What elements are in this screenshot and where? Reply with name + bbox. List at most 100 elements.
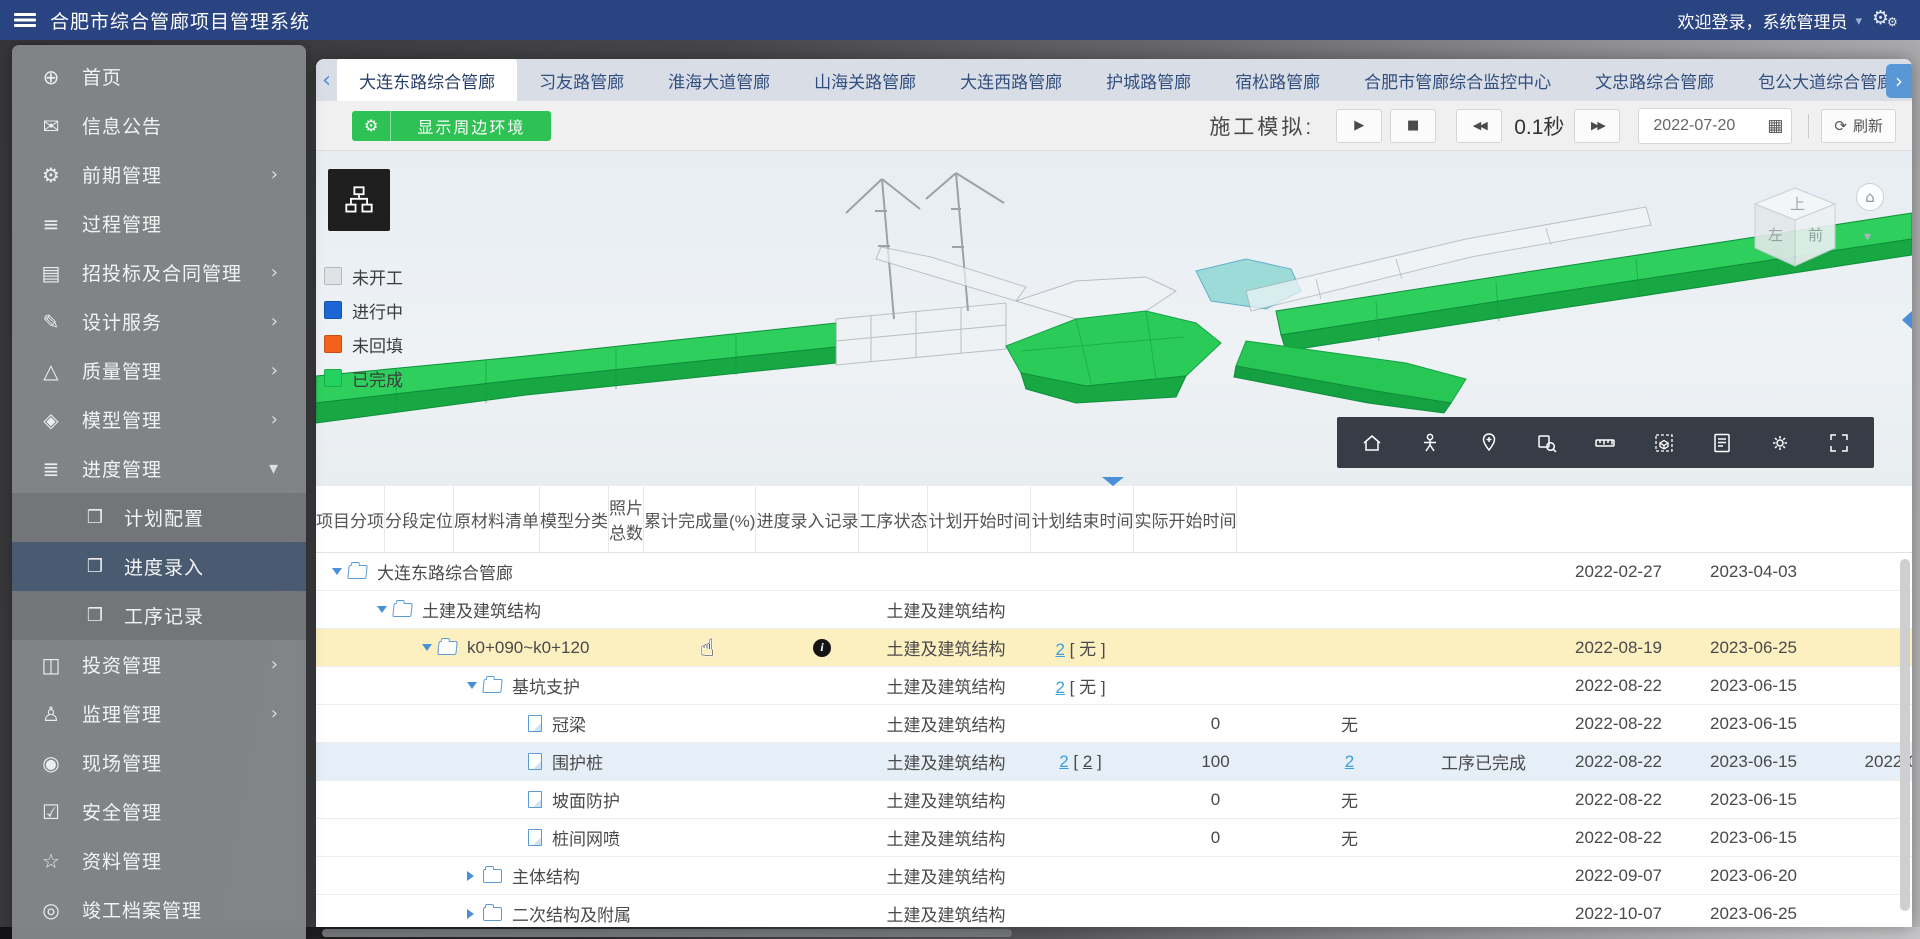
tree-toggle-icon[interactable] <box>467 909 483 919</box>
sidebar-item[interactable]: ☑ 安全管理 <box>12 787 306 836</box>
photo-extra[interactable]: 2 <box>1083 752 1092 771</box>
table-row[interactable]: 坡面防护 土建及建筑结构 0 无 2022-08-22 2023-06-15 <box>316 781 1912 819</box>
tree-toggle-icon[interactable] <box>467 871 483 881</box>
vertical-scrollbar-thumb[interactable] <box>1900 559 1910 911</box>
project-tab[interactable]: 大连西路管廊 <box>938 59 1084 101</box>
column-header[interactable]: 原材料清单 <box>454 486 540 552</box>
tab-scroll-left-icon[interactable]: ‹ <box>316 59 337 101</box>
sidebar-item[interactable]: ◫ 投资管理 › <box>12 640 306 689</box>
user-welcome[interactable]: 欢迎登录，系统管理员 <box>1677 8 1847 33</box>
node-label[interactable]: 围护桩 <box>552 749 603 774</box>
table-row[interactable]: 大连东路综合管廊 2022-02-27 2023-04-03 <box>316 553 1912 591</box>
column-header[interactable]: 计划结束时间 <box>1031 486 1134 552</box>
walkthrough-button[interactable] <box>1413 426 1447 460</box>
3d-viewport[interactable]: 未开工 进行中 未回填 已完成 上 左 前 ⌂ ▾ <box>316 151 1912 486</box>
column-header[interactable]: 工序状态 <box>859 486 928 552</box>
play-button[interactable]: ▶ <box>1336 109 1382 143</box>
view-home-icon[interactable]: ⌂ <box>1856 183 1884 211</box>
sidebar-item[interactable]: ◈ 模型管理 › <box>12 395 306 444</box>
project-tab[interactable]: 文忠路综合管廊 <box>1573 59 1736 101</box>
sidebar-item[interactable]: ❒ 工序记录 <box>12 591 306 640</box>
view-caret-icon[interactable]: ▾ <box>1864 229 1871 245</box>
photo-extra[interactable]: 无 <box>1079 640 1096 659</box>
project-tab[interactable]: 习友路管廊 <box>517 59 646 101</box>
column-header[interactable]: 模型分类 <box>540 486 609 552</box>
forward-button[interactable]: ▶▶ <box>1574 109 1620 143</box>
progress-record-value[interactable]: 无 <box>1341 711 1358 736</box>
column-header[interactable]: 照片 总数 <box>609 486 644 552</box>
node-label[interactable]: 坡面防护 <box>552 787 620 812</box>
table-row[interactable]: 二次结构及附属 土建及建筑结构 2022-10-07 2023-06-25 <box>316 895 1912 927</box>
sidebar-item[interactable]: ≣ 进度管理 ▾ <box>12 444 306 493</box>
table-row[interactable]: k0+090~k0+120 i 土建及建筑结构 2 [ 无 ] 2022-08 <box>316 629 1912 667</box>
progress-record-value[interactable]: 无 <box>1341 787 1358 812</box>
settings-gear-icon[interactable]: ⚙ ⚙ <box>1872 8 1902 32</box>
column-header[interactable]: 实际开始时间 <box>1134 486 1237 552</box>
sidebar-item[interactable]: ♙ 监理管理 › <box>12 689 306 738</box>
section-box-button[interactable] <box>1647 426 1681 460</box>
user-caret-icon[interactable]: ▾ <box>1855 14 1862 29</box>
photo-count-link[interactable]: 2 <box>1059 752 1068 771</box>
zoom-select-button[interactable] <box>1530 426 1564 460</box>
table-row[interactable]: 冠梁 土建及建筑结构 0 无 2022-08-22 2023-06-15 <box>316 705 1912 743</box>
sidebar-item[interactable]: ☆ 资料管理 <box>12 836 306 885</box>
sidebar-item[interactable]: ✎ 设计服务 › <box>12 297 306 346</box>
project-tab[interactable]: 护城路管廊 <box>1084 59 1213 101</box>
table-row[interactable]: 主体结构 土建及建筑结构 2022-09-07 2023-06-20 <box>316 857 1912 895</box>
sidebar-item[interactable]: ◎ 竣工档案管理 <box>12 885 306 934</box>
measure-button[interactable] <box>1588 426 1622 460</box>
menu-icon[interactable] <box>14 13 36 27</box>
collapse-viewport-handle[interactable] <box>1102 477 1124 486</box>
collapse-side-handle[interactable] <box>1902 311 1912 329</box>
node-label[interactable]: 大连东路综合管廊 <box>377 559 513 584</box>
tree-toggle-icon[interactable] <box>377 606 393 613</box>
column-header[interactable]: 计划开始时间 <box>928 486 1031 552</box>
navigation-cube[interactable]: 上 左 前 <box>1740 181 1850 293</box>
fullscreen-button[interactable] <box>1822 426 1856 460</box>
project-tab[interactable]: 宿松路管廊 <box>1213 59 1342 101</box>
sidebar-item[interactable]: ◉ 现场管理 <box>12 738 306 787</box>
model-tree-button[interactable] <box>328 169 390 231</box>
tab-scroll-right-icon[interactable]: › <box>1886 64 1912 98</box>
sidebar-item[interactable]: ❒ 进度录入 <box>12 542 306 591</box>
photo-extra[interactable]: 无 <box>1079 678 1096 697</box>
node-label[interactable]: 二次结构及附属 <box>512 901 631 926</box>
node-label[interactable]: 土建及建筑结构 <box>422 597 541 622</box>
horizontal-scrollbar-thumb[interactable] <box>322 929 1012 937</box>
info-icon[interactable]: i <box>813 639 831 657</box>
sidebar-item[interactable]: ≡ 过程管理 <box>12 199 306 248</box>
column-header[interactable]: 进度录入记录 <box>756 486 859 552</box>
stop-button[interactable]: ■ <box>1390 109 1436 143</box>
refresh-button[interactable]: ⟳ 刷新 <box>1821 109 1896 143</box>
sidebar-item[interactable]: ✉ 信息公告 <box>12 101 306 150</box>
node-label[interactable]: 主体结构 <box>512 863 580 888</box>
progress-record-value[interactable]: 2 <box>1345 752 1354 772</box>
calendar-icon[interactable]: ▦ <box>1767 116 1783 136</box>
project-tab[interactable]: 山海关路管廊 <box>792 59 938 101</box>
column-header[interactable]: 项目分项 <box>316 486 385 552</box>
tree-toggle-icon[interactable] <box>332 568 348 575</box>
sidebar-item[interactable]: ⚙ 前期管理 › <box>12 150 306 199</box>
node-label[interactable]: k0+090~k0+120 <box>467 638 589 658</box>
project-tab[interactable]: 淮海大道管廊 <box>646 59 792 101</box>
sidebar-item[interactable]: ▤ 招投标及合同管理 › <box>12 248 306 297</box>
viewer-settings-button[interactable] <box>1763 426 1797 460</box>
table-row[interactable]: 围护桩 土建及建筑结构 2 [ 2 ] 100 2 工序已完成 2022-08-… <box>316 743 1912 781</box>
table-row[interactable]: 基坑支护 土建及建筑结构 2 [ 无 ] 2022-08-22 <box>316 667 1912 705</box>
properties-list-button[interactable] <box>1705 426 1739 460</box>
rewind-button[interactable]: ◀◀ <box>1456 109 1502 143</box>
table-row[interactable]: 桩间网喷 土建及建筑结构 0 无 2022-08-22 2023-06-15 <box>316 819 1912 857</box>
home-view-button[interactable] <box>1355 426 1389 460</box>
project-tab[interactable]: 大连东路综合管廊 <box>337 59 517 101</box>
date-input[interactable] <box>1651 116 1763 136</box>
sidebar-item[interactable]: ⊕ 首页 <box>12 52 306 101</box>
show-environment-button[interactable]: ⚙ 显示周边环境 <box>352 111 551 141</box>
sidebar-item[interactable]: △ 质量管理 › <box>12 346 306 395</box>
table-row[interactable]: 土建及建筑结构 土建及建筑结构 <box>316 591 1912 629</box>
column-header[interactable]: 分段定位 <box>385 486 454 552</box>
photo-count-link[interactable]: 2 <box>1055 640 1064 659</box>
node-label[interactable]: 桩间网喷 <box>552 825 620 850</box>
tree-toggle-icon[interactable] <box>422 644 438 651</box>
project-tab[interactable]: 合肥市管廊综合监控中心 <box>1342 59 1573 101</box>
photo-count-link[interactable]: 2 <box>1055 678 1064 697</box>
